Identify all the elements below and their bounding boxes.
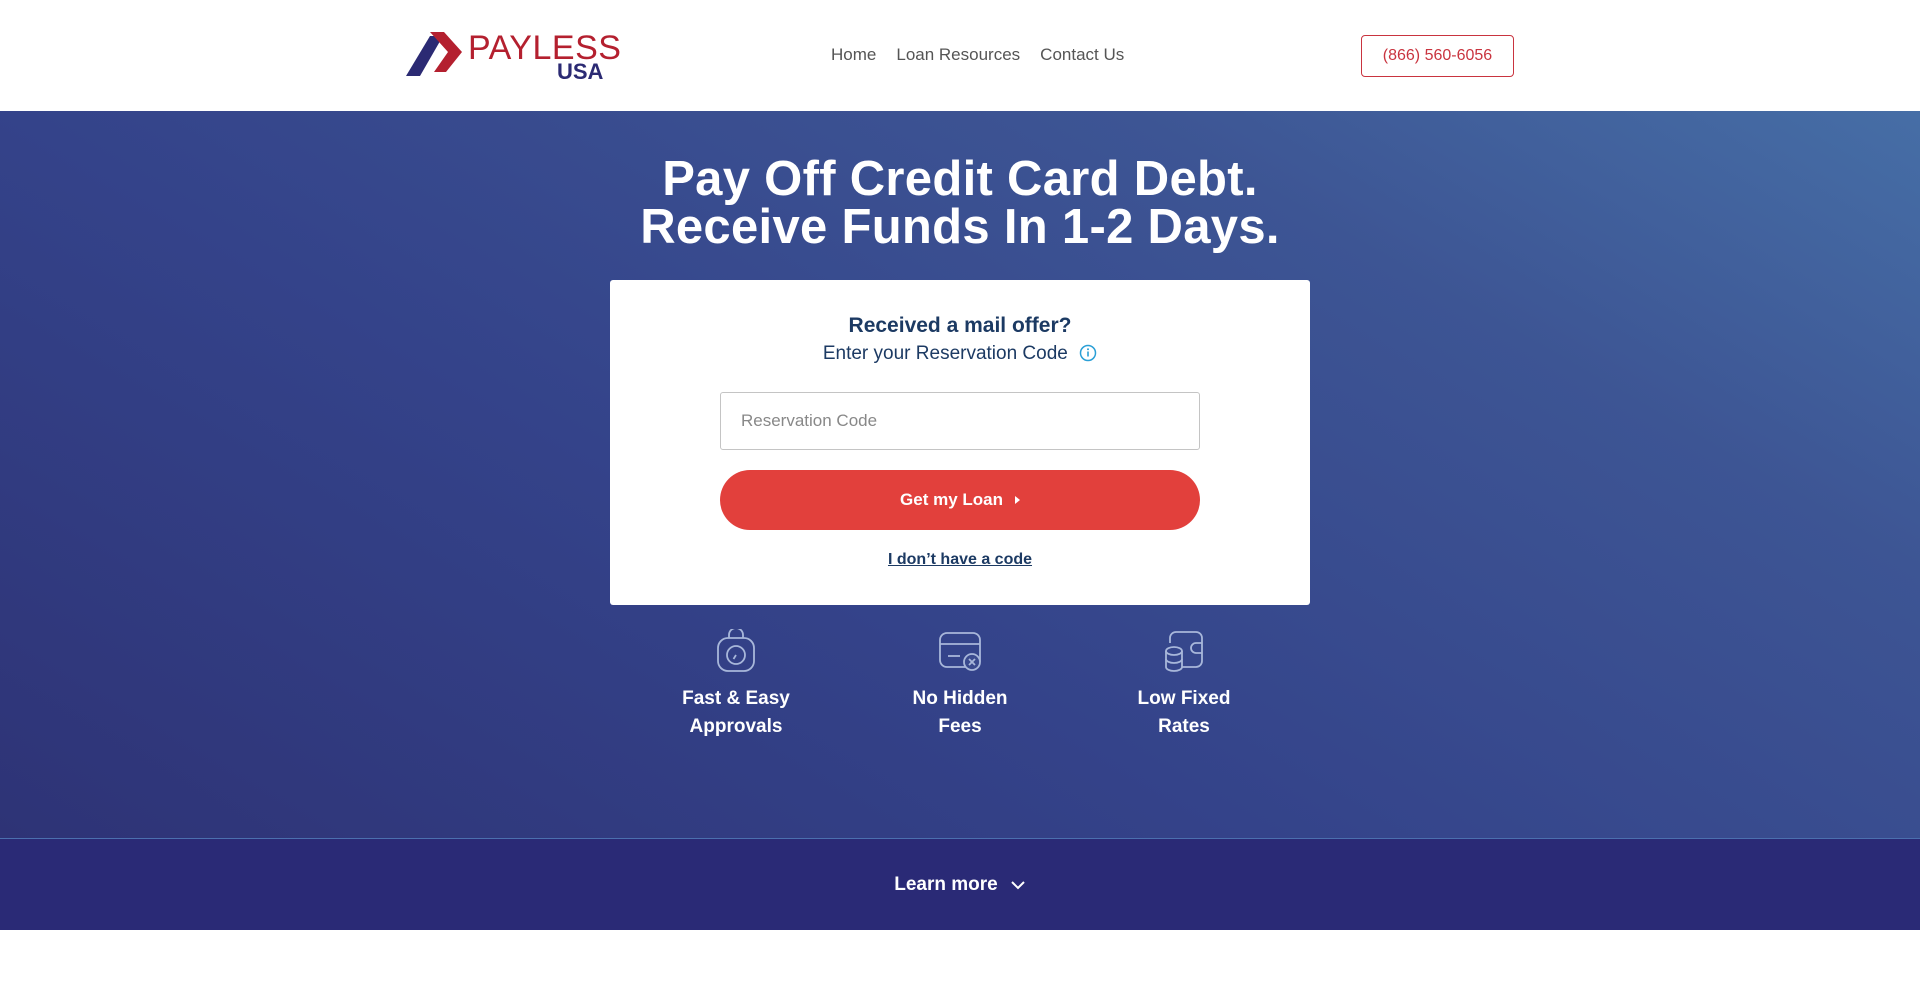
site-header: PAYLESS USA Home Loan Resources Contact … bbox=[0, 0, 1920, 111]
card-heading: Received a mail offer? bbox=[848, 314, 1072, 337]
chevron-down-icon bbox=[1011, 880, 1025, 889]
feature-rates-line2: Rates bbox=[1158, 716, 1210, 737]
feature-fast-line1: Fast & Easy bbox=[682, 688, 790, 709]
card-no-fee-icon bbox=[939, 632, 981, 671]
learn-more-button[interactable]: Learn more bbox=[0, 838, 1920, 930]
reservation-code-input[interactable] bbox=[720, 392, 1200, 450]
feature-no-hidden-fees: No Hidden Fees bbox=[880, 629, 1040, 741]
get-my-loan-button[interactable]: Get my Loan bbox=[720, 470, 1200, 530]
feature-fast-approvals: Fast & Easy Approvals bbox=[656, 629, 816, 741]
nav-home[interactable]: Home bbox=[831, 44, 876, 66]
main-nav: Home Loan Resources Contact Us bbox=[831, 44, 1144, 66]
no-code-link[interactable]: I don’t have a code bbox=[610, 550, 1310, 570]
nav-loan-resources[interactable]: Loan Resources bbox=[896, 44, 1020, 66]
hero-title: Pay Off Credit Card Debt. Receive Funds … bbox=[0, 152, 1920, 254]
hero-title-line2: Receive Funds In 1-2 Days. bbox=[640, 200, 1280, 254]
stopwatch-bag-icon bbox=[717, 629, 755, 672]
payless-usa-logo[interactable]: PAYLESS USA bbox=[406, 28, 621, 84]
learn-more-label: Learn more bbox=[894, 873, 998, 895]
features-row: Fast & Easy Approvals No Hidden Fees Low… bbox=[0, 629, 1920, 749]
card-subheading-text: Enter your Reservation Code bbox=[822, 343, 1068, 364]
phone-button[interactable]: (866) 560-6056 bbox=[1361, 35, 1514, 77]
feature-fees-line1: No Hidden bbox=[912, 688, 1008, 709]
hero-section: Pay Off Credit Card Debt. Receive Funds … bbox=[0, 111, 1920, 838]
info-icon[interactable] bbox=[1079, 344, 1097, 362]
reservation-card: Received a mail offer? Enter your Reserv… bbox=[610, 280, 1310, 605]
logo-text-usa: USA bbox=[557, 59, 604, 84]
get-my-loan-label: Get my Loan bbox=[900, 490, 1003, 509]
feature-fees-line2: Fees bbox=[938, 716, 982, 737]
feature-rates-line1: Low Fixed bbox=[1137, 688, 1231, 709]
logo-chevron-icon bbox=[406, 32, 462, 76]
card-subheading: Enter your Reservation Code bbox=[610, 341, 1310, 367]
coins-wallet-icon bbox=[1165, 631, 1203, 672]
nav-contact-us[interactable]: Contact Us bbox=[1040, 44, 1124, 66]
hero-title-line1: Pay Off Credit Card Debt. bbox=[662, 152, 1258, 206]
feature-low-fixed-rates: Low Fixed Rates bbox=[1104, 629, 1264, 741]
caret-right-icon bbox=[1014, 496, 1020, 504]
feature-fast-line2: Approvals bbox=[689, 716, 783, 737]
